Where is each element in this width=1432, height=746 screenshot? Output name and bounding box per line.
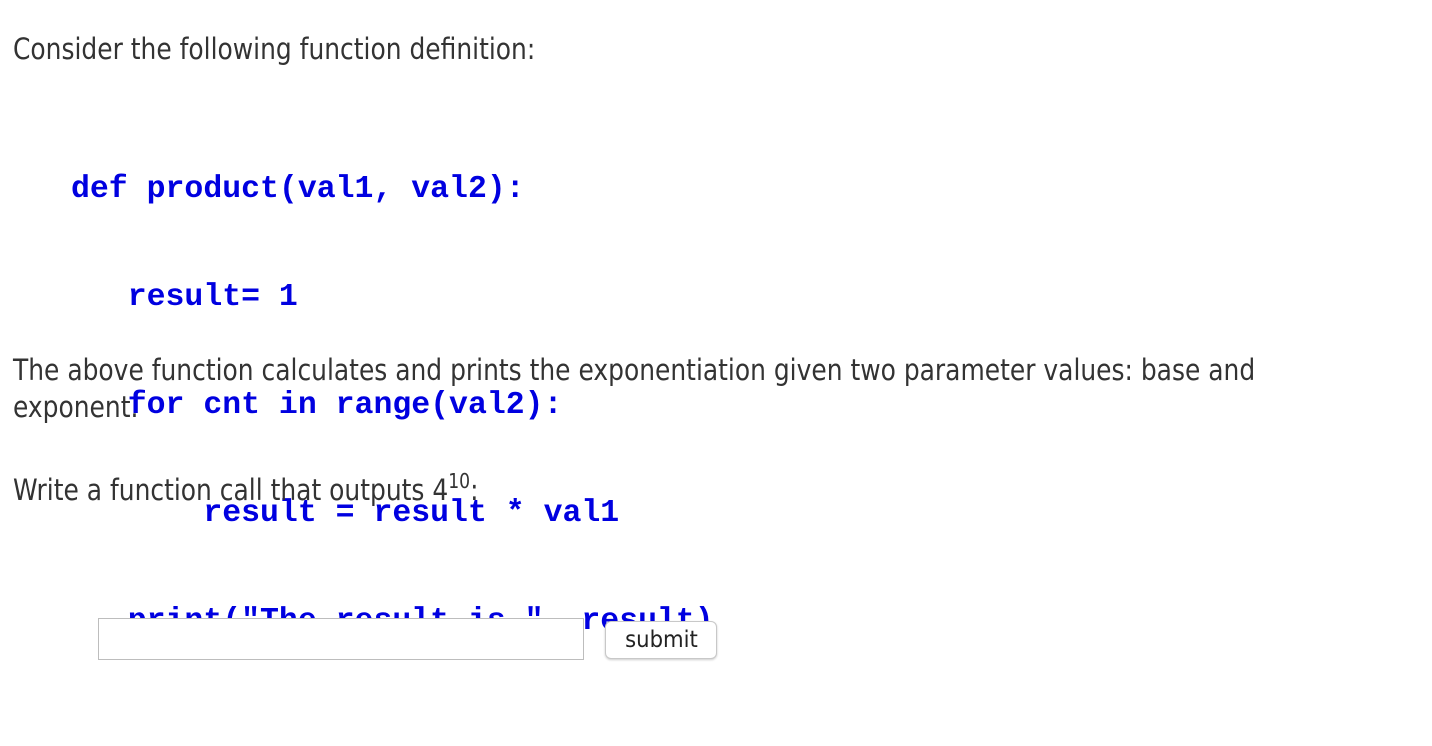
description-line-1: The above function calculates and prints… xyxy=(13,353,1256,387)
prompt-suffix: : xyxy=(470,473,479,507)
intro-text: Consider the following function definiti… xyxy=(13,32,536,66)
submit-button[interactable]: submit xyxy=(605,621,717,659)
answer-input[interactable] xyxy=(98,618,584,660)
submit-label: submit xyxy=(624,627,698,653)
prompt-exponent: 10 xyxy=(448,469,471,493)
prompt-text: Write a function call that outputs 410: xyxy=(13,469,479,512)
code-line: result= 1 xyxy=(71,280,298,315)
description-line-2: exponent. xyxy=(13,390,139,424)
code-line: def product(val1, val2): xyxy=(71,172,525,207)
prompt-prefix: Write a function call that outputs 4 xyxy=(13,473,449,507)
description-text: The above function calculates and prints… xyxy=(13,352,1255,426)
